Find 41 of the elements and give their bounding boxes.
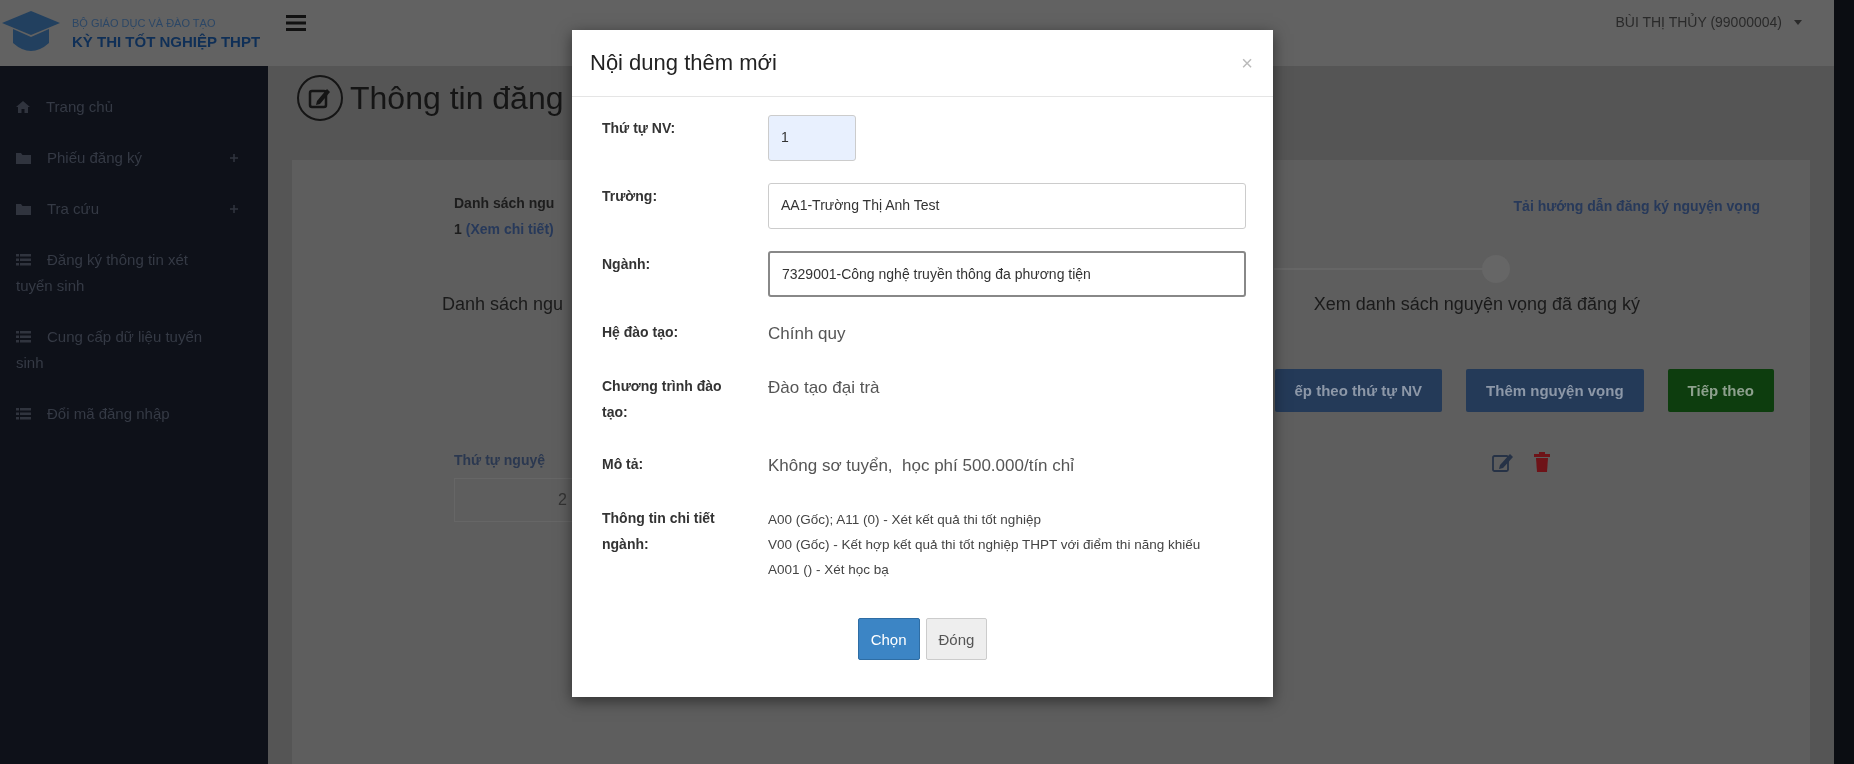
action-button[interactable]: Tiếp theo xyxy=(1667,369,1774,412)
field-value: Chính quy xyxy=(768,323,846,345)
step-label: Xem danh sách nguyện vọng đã đăng ký xyxy=(1313,294,1640,315)
dialog-button[interactable]: Đóng xyxy=(925,618,988,660)
field-label: Mô tả: xyxy=(602,455,645,474)
trash-icon xyxy=(1534,452,1550,472)
count-text: 1 xyxy=(454,221,462,237)
detail-line: A001 () - Xét học bạ xyxy=(768,561,890,579)
input-field[interactable]: 1 xyxy=(768,115,856,161)
dialog-button[interactable]: Chọn xyxy=(857,618,920,660)
page-title: Thông tin đăng xyxy=(350,79,564,117)
menu-icon xyxy=(286,15,306,31)
field-label: Ngành: xyxy=(602,255,652,274)
user-name[interactable]: BÙI THỊ THỦY (99000004) xyxy=(1615,14,1782,30)
dialog-title: Nội dung thêm mới xyxy=(590,50,777,76)
list-icon xyxy=(16,331,31,343)
field-value: Đào tạo đại trà xyxy=(768,377,880,399)
action-button[interactable]: ếp theo thứ tự NV xyxy=(1274,369,1443,412)
field-value: Không sơ tuyển, học phí 500.000/tín chỉ xyxy=(768,455,1075,477)
field-label: Trường: xyxy=(602,187,659,206)
input-field[interactable]: 7329001-Công nghệ truyền thông đa phương tiện xyxy=(768,251,1246,297)
field-label: Chương trình đào tạo: xyxy=(602,377,723,422)
action-button[interactable]: Thêm nguyện vọng xyxy=(1466,369,1644,412)
edit-icon xyxy=(1492,452,1514,472)
caret-icon xyxy=(1794,19,1802,25)
input-field[interactable]: AA1-Trường Thị Anh Test xyxy=(768,183,1246,229)
list-icon xyxy=(16,254,31,266)
site-title: KỲ THI TỐT NGHIỆP THPT xyxy=(72,32,261,50)
field-label: Thông tin chi tiết ngành: xyxy=(602,509,716,554)
field-label: Hệ đào tạo: xyxy=(602,323,680,342)
summary-label: Danh sách ngu xyxy=(454,194,555,213)
folder-icon xyxy=(16,203,31,215)
folder-icon xyxy=(16,152,31,164)
field-label: Thứ tự NV: xyxy=(602,119,677,138)
close-button[interactable]: × xyxy=(1241,51,1253,75)
edit-icon xyxy=(296,74,344,122)
detail-line: V00 (Gốc) - Kết hợp kết quả thi tốt nghiệp THPT với điểm thi năng khiếu xyxy=(768,536,1201,554)
detail-line: A00 (Gốc); A11 (0) - Xét kết quả thi tốt nghiệp xyxy=(768,511,1042,529)
step-label: Danh sách ngu xyxy=(442,294,564,315)
list-icon xyxy=(16,408,31,420)
home-icon xyxy=(16,101,30,113)
